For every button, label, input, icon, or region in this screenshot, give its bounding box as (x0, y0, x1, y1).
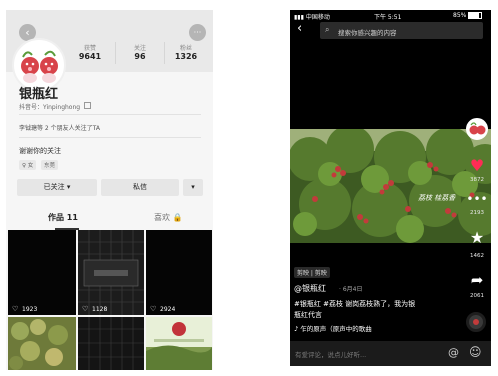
likes-count: 9641 (78, 52, 102, 61)
edit-app-tag[interactable]: 剪映 | 剪映 (294, 267, 330, 278)
mention-icon[interactable]: @ (448, 346, 459, 359)
comment-input-bar[interactable]: 有爱评论，说点儿好听... @ ☺ (290, 341, 491, 366)
search-placeholder[interactable]: 搜索你感兴趣的内容 (338, 27, 397, 37)
tile-like-count: 1128 (92, 306, 108, 313)
more-options-button[interactable]: ··· (189, 24, 206, 41)
signature: 谢谢你的关注 (19, 147, 61, 155)
search-bar[interactable]: ⌕ 搜索你感兴趣的内容 (320, 22, 483, 39)
music-title[interactable]: ♪ 乍的原声（原声中的歌曲 (294, 323, 372, 333)
video-caption-continued: 瓶红代言 (294, 311, 322, 319)
tile-lychee-thumbnail (8, 317, 76, 370)
comment-count: 2193 (470, 210, 484, 216)
video-tile[interactable] (146, 317, 212, 370)
battery-icon (468, 12, 483, 19)
likes-label: 获赞 (83, 45, 96, 52)
divider (19, 114, 201, 115)
tile-landscape-thumbnail (146, 317, 212, 370)
stat-divider (115, 42, 116, 64)
followed-button[interactable]: 已关注 ▾ (17, 179, 97, 196)
tile-grid-thumbnail (78, 230, 144, 315)
video-watermark: 荔枝 桂荔香 (418, 194, 456, 202)
location-tag: 东莞 (41, 160, 59, 170)
back-button[interactable]: ‹ (297, 21, 302, 36)
carrier-text: 中国移动 (305, 14, 330, 21)
favorite-count: 1462 (470, 253, 484, 259)
status-time: 下午 5:51 (374, 14, 402, 21)
heart-icon: ♡ (82, 305, 89, 313)
heart-icon: ♥ (469, 156, 485, 175)
tile-grid-thumbnail (78, 317, 144, 370)
battery-status: 85% (453, 12, 483, 19)
star-icon: ★ (469, 228, 485, 247)
like-count: 3872 (470, 177, 484, 183)
heart-icon: ♡ (150, 305, 157, 313)
like-button[interactable]: ♥ (466, 156, 488, 175)
video-tile[interactable]: ♡ 1128 (78, 230, 144, 315)
signal-carrier: ▮▮▮ 中国移动 (294, 12, 330, 21)
music-disc[interactable] (466, 312, 486, 332)
video-tile[interactable]: ♡ 1923 (8, 230, 76, 315)
video-tile[interactable] (8, 317, 76, 370)
video-caption[interactable]: #银瓶红 #荔枝 谢岗荔枝熟了，我为银 (294, 299, 415, 309)
tab-works[interactable]: 作品 11 (48, 212, 78, 223)
signal-icon: ▮▮▮ (294, 14, 306, 21)
search-icon: ⌕ (325, 25, 330, 34)
comment-input[interactable]: 有爱评论，说点儿好听... (295, 349, 366, 359)
tab-likes[interactable]: 喜欢 🔒 (154, 212, 183, 223)
author-avatar[interactable] (466, 118, 488, 140)
share-button[interactable]: ➦ (466, 271, 488, 289)
heart-icon: ♡ (12, 305, 19, 313)
favorite-button[interactable]: ★ (466, 228, 488, 247)
share-count: 2061 (470, 293, 484, 299)
video-screen: ▮▮▮ 中国移动 下午 5:51 85% ‹ ⌕ 搜索你感兴趣的内容 荔枝 桂荔… (290, 10, 491, 366)
douyin-id-text: 抖音号：Yinpinghong (19, 104, 81, 111)
comment-button[interactable]: ••• (466, 192, 488, 206)
lychee-tree-image (290, 125, 491, 243)
douyin-id: 抖音号：Yinpinghong (19, 102, 92, 111)
avatar-lychee-illustration (469, 122, 486, 135)
copy-icon[interactable] (84, 102, 92, 109)
tile-like-count: 2924 (160, 306, 176, 313)
back-icon: ‹ (297, 21, 303, 36)
following-label[interactable]: 关注 (120, 43, 160, 52)
followers-label[interactable]: 粉丝 (166, 43, 206, 52)
share-icon: ➦ (470, 271, 484, 289)
following-count[interactable]: 96 (120, 52, 160, 61)
emoji-icon[interactable]: ☺ (469, 345, 482, 359)
back-icon: ‹ (25, 26, 30, 39)
disc-center-icon (473, 319, 479, 325)
more-icon: ··· (193, 28, 202, 37)
video-author[interactable]: @银瓶红 (294, 283, 326, 294)
video-frame[interactable]: 荔枝 桂荔香 (290, 125, 491, 243)
comment-icon: ••• (466, 192, 488, 206)
video-tile[interactable] (78, 317, 144, 370)
battery-percent: 85% (453, 12, 467, 19)
gender-tag: ♀ 女 (19, 160, 37, 170)
profile-screen: ‹ ··· 9641 获赞 96 关注 1326 粉丝 银瓶红 抖音号：Yinp… (6, 10, 213, 370)
profile-name: 银瓶红 (19, 87, 59, 102)
tile-like-count: 1923 (22, 306, 38, 313)
more-dropdown-button[interactable]: ▾ (183, 179, 203, 196)
video-date: · 6月4日 (339, 286, 363, 293)
video-tile[interactable]: ♡ 2924 (146, 230, 212, 315)
mutual-friends-text[interactable]: 李钺瑭等 2 个朋友人关注了TA (19, 123, 100, 132)
followers-count[interactable]: 1326 (166, 52, 206, 61)
message-button[interactable]: 私信 (101, 179, 179, 196)
divider (19, 137, 201, 138)
stat-divider (164, 42, 165, 64)
